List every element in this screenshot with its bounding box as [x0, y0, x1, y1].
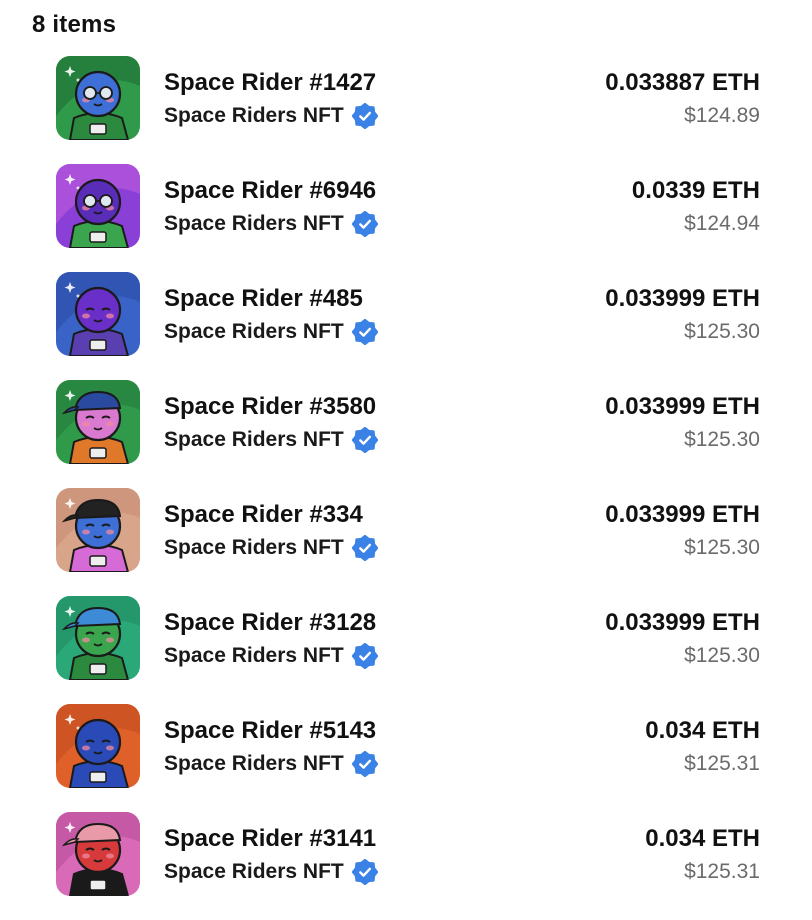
nft-list-item[interactable]: Space Rider #6946 Space Riders NFT 0.033…: [0, 164, 812, 272]
price-usd: $125.30: [684, 536, 760, 559]
nft-list-item[interactable]: Space Rider #3580 Space Riders NFT 0.033…: [0, 380, 812, 488]
verified-badge-icon: [351, 534, 378, 562]
price-eth: 0.033887 ETH: [605, 69, 760, 96]
verified-badge-icon: [351, 750, 378, 778]
collection-row: Space Riders NFT: [164, 750, 378, 778]
collection-name[interactable]: Space Riders NFT: [164, 320, 344, 344]
collection-row: Space Riders NFT: [164, 318, 378, 346]
nft-name[interactable]: Space Rider #334: [164, 501, 363, 529]
collection-name[interactable]: Space Riders NFT: [164, 428, 344, 452]
collection-row: Space Riders NFT: [164, 858, 378, 886]
nft-list: Space Rider #1427 Space Riders NFT 0.033…: [0, 56, 812, 920]
collection-row: Space Riders NFT: [164, 426, 378, 454]
nft-thumbnail[interactable]: [56, 704, 140, 788]
collection-row: Space Riders NFT: [164, 102, 378, 130]
nft-name[interactable]: Space Rider #1427: [164, 69, 376, 97]
nft-list-item[interactable]: Space Rider #5143 Space Riders NFT 0.034…: [0, 704, 812, 812]
price-usd: $124.89: [684, 104, 760, 127]
verified-badge-icon: [351, 858, 378, 886]
nft-name[interactable]: Space Rider #6946: [164, 177, 376, 205]
price-eth: 0.0339 ETH: [631, 177, 760, 204]
nft-item-list-panel: 8 items Space Rider #1427 Space Riders N…: [0, 0, 812, 916]
price-usd: $125.30: [684, 644, 760, 667]
price-eth: 0.033999 ETH: [605, 501, 760, 528]
price-usd: $125.31: [684, 860, 760, 883]
nft-thumbnail[interactable]: [56, 56, 140, 140]
nft-list-item[interactable]: Space Rider #334 Space Riders NFT 0.0339…: [0, 488, 812, 596]
nft-list-item[interactable]: Space Rider #485 Space Riders NFT 0.0339…: [0, 272, 812, 380]
nft-thumbnail[interactable]: [56, 380, 140, 464]
nft-list-item[interactable]: Space Rider #3128 Space Riders NFT 0.033…: [0, 596, 812, 704]
price-usd: $125.30: [684, 428, 760, 451]
verified-badge-icon: [351, 426, 378, 454]
nft-thumbnail[interactable]: [56, 272, 140, 356]
collection-name[interactable]: Space Riders NFT: [164, 860, 344, 884]
price-eth: 0.034 ETH: [645, 717, 760, 744]
nft-thumbnail[interactable]: [56, 488, 140, 572]
nft-thumbnail[interactable]: [56, 812, 140, 896]
nft-list-item[interactable]: Space Rider #1427 Space Riders NFT 0.033…: [0, 56, 812, 164]
items-count-label: 8 items: [32, 11, 117, 38]
nft-list-item[interactable]: Space Rider #3141 Space Riders NFT 0.034…: [0, 812, 812, 920]
verified-badge-icon: [351, 318, 378, 346]
nft-name[interactable]: Space Rider #485: [164, 285, 363, 313]
collection-row: Space Riders NFT: [164, 642, 378, 670]
price-eth: 0.034 ETH: [645, 825, 760, 852]
nft-name[interactable]: Space Rider #5143: [164, 717, 376, 745]
verified-badge-icon: [351, 102, 378, 130]
price-eth: 0.033999 ETH: [605, 609, 760, 636]
collection-name[interactable]: Space Riders NFT: [164, 536, 344, 560]
collection-row: Space Riders NFT: [164, 210, 378, 238]
price-usd: $125.31: [684, 752, 760, 775]
price-eth: 0.033999 ETH: [605, 285, 760, 312]
verified-badge-icon: [351, 210, 378, 238]
collection-row: Space Riders NFT: [164, 534, 378, 562]
nft-name[interactable]: Space Rider #3128: [164, 609, 376, 637]
price-usd: $125.30: [684, 320, 760, 343]
nft-thumbnail[interactable]: [56, 164, 140, 248]
price-eth: 0.033999 ETH: [605, 393, 760, 420]
collection-name[interactable]: Space Riders NFT: [164, 644, 344, 668]
price-usd: $124.94: [684, 212, 760, 235]
collection-name[interactable]: Space Riders NFT: [164, 212, 344, 236]
verified-badge-icon: [351, 642, 378, 670]
nft-name[interactable]: Space Rider #3141: [164, 825, 376, 853]
collection-name[interactable]: Space Riders NFT: [164, 104, 344, 128]
nft-thumbnail[interactable]: [56, 596, 140, 680]
nft-name[interactable]: Space Rider #3580: [164, 393, 376, 421]
collection-name[interactable]: Space Riders NFT: [164, 752, 344, 776]
